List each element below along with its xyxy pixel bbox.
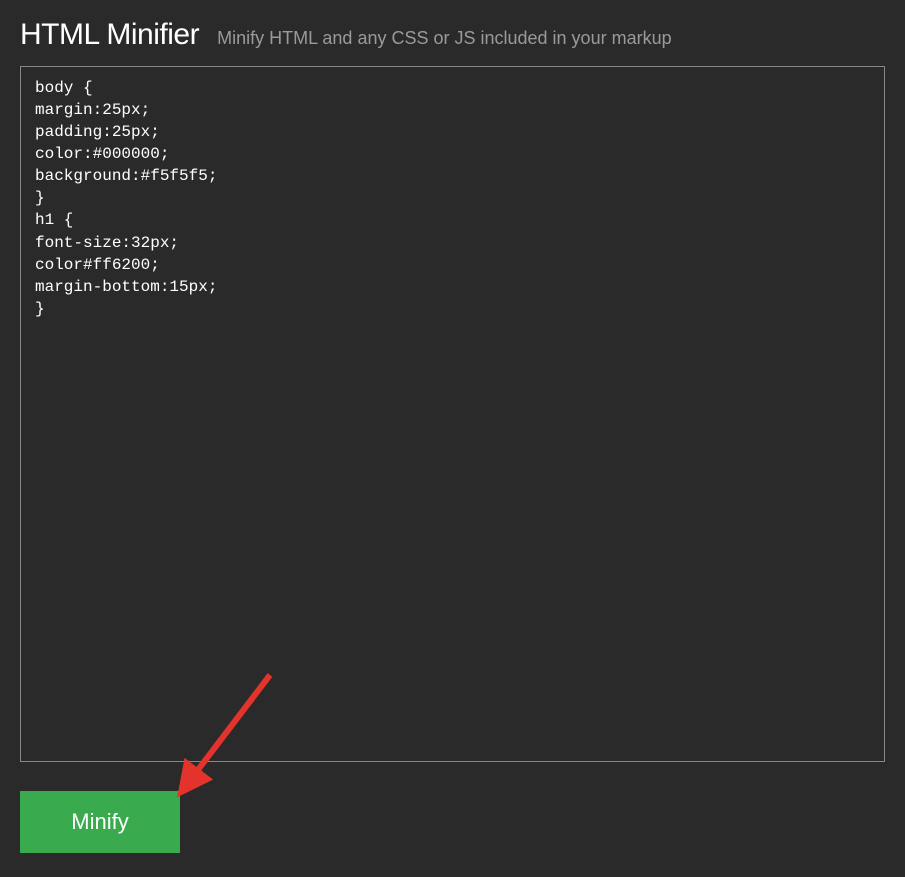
page-header: HTML Minifier Minify HTML and any CSS or…	[0, 0, 905, 66]
minify-button[interactable]: Minify	[20, 791, 180, 853]
page-subtitle: Minify HTML and any CSS or JS included i…	[217, 28, 672, 49]
page-title: HTML Minifier	[20, 18, 199, 52]
code-input[interactable]	[20, 66, 885, 762]
button-row: Minify	[0, 767, 905, 877]
editor-container	[0, 66, 905, 767]
